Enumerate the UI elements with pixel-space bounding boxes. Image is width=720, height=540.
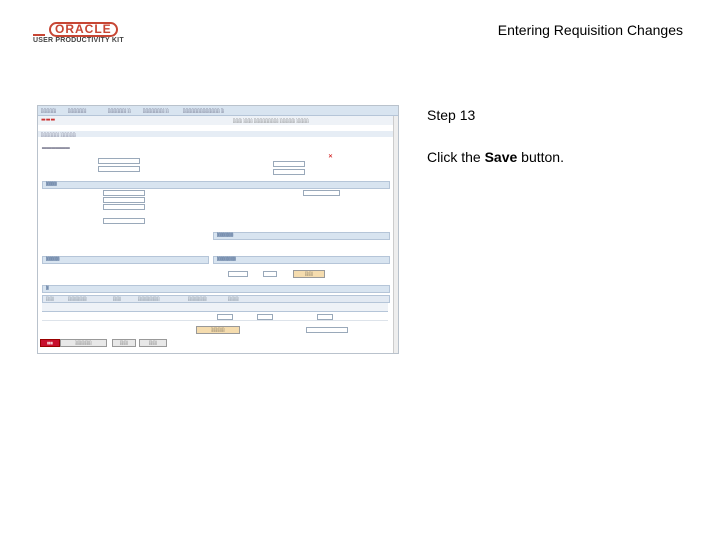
app-table-row — [42, 312, 388, 321]
app-button: ░░░ — [293, 270, 325, 278]
logo-brand: ORACLE — [49, 22, 118, 37]
app-field — [98, 166, 140, 172]
app-field — [263, 271, 277, 277]
app-field — [228, 271, 248, 277]
app-logo-icon: ▬▬▬ — [41, 117, 56, 123]
app-field — [103, 197, 145, 203]
app-button: ░░░░░ — [196, 326, 240, 334]
app-section-header: ▒▒▒▒▒▒▒ — [213, 256, 390, 264]
app-section-header: ▒▒▒▒▒▒ — [213, 232, 390, 240]
app-field — [103, 190, 145, 196]
save-button[interactable]: ▮▮▮ — [40, 339, 60, 347]
app-button: ░░░ — [139, 339, 167, 347]
app-field — [103, 204, 145, 210]
instruction-text: Click the Save button. — [427, 149, 564, 165]
app-field — [103, 218, 145, 224]
app-menubar: ░░░░░ ░░░░░░ ░░░░░░ ░ ░░░░░░░ ░ ░░░░░░░░░░… — [38, 106, 398, 116]
instruction-bold: Save — [484, 149, 518, 165]
app-brandrow: ▬▬▬ ░░░ ░░░ ░░░░░░░░ ░░░░░ ░░░░ — [38, 116, 398, 125]
app-section-header: ▒▒▒▒ — [42, 181, 390, 189]
delete-icon: ✕ — [328, 153, 334, 160]
app-scrollbar — [393, 116, 398, 353]
app-page-title: ▁▁▁▁▁▁ — [42, 142, 70, 149]
app-field — [306, 327, 348, 333]
logo-product: USER PRODUCTIVITY KIT — [33, 37, 124, 44]
step-number: Step 13 — [427, 107, 476, 123]
app-grid-header: ▒ — [42, 285, 390, 293]
app-button: ░░░ — [112, 339, 136, 347]
app-tabs: ░░░ ░░░░░░░ ░░░ ░░░░░░░░ ░░░░░░░ ░░░░ — [42, 295, 390, 303]
app-field — [98, 158, 140, 164]
app-field — [273, 161, 305, 167]
app-field — [217, 314, 233, 320]
app-button: ░░░░░░ — [60, 339, 107, 347]
logo-accent-bar — [33, 34, 45, 36]
app-field — [303, 190, 340, 196]
app-field — [273, 169, 305, 175]
app-table-header — [42, 303, 388, 312]
page-title: Entering Requisition Changes — [497, 22, 683, 38]
app-field — [257, 314, 273, 320]
app-breadcrumb: ░░░░░░ ░░░░░ — [38, 131, 398, 137]
oracle-upk-logo: ORACLE USER PRODUCTIVITY KIT — [33, 22, 125, 48]
app-field — [317, 314, 333, 320]
app-section-header: ▒▒▒▒▒ — [42, 256, 209, 264]
instruction-prefix: Click the — [427, 149, 485, 165]
application-screenshot: ░░░░░ ░░░░░░ ░░░░░░ ░ ░░░░░░░ ░ ░░░░░░░░░░… — [37, 105, 399, 354]
instruction-suffix: button. — [517, 149, 564, 165]
